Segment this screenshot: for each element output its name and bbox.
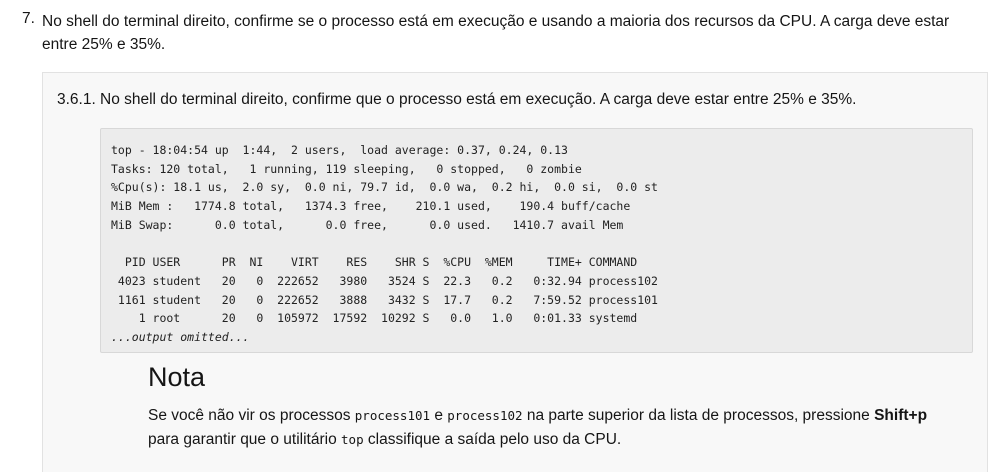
code-line: 1 root 20 0 105972 17592 10292 S 0.0 1.0…	[111, 311, 638, 326]
code-line: MiB Mem : 1774.8 total, 1374.3 free, 210…	[111, 199, 631, 214]
note-text: classifique a saída pelo uso da CPU.	[363, 431, 622, 448]
code-process101: process101	[354, 408, 431, 423]
code-line: 4023 student 20 0 222652 3980 3524 S 22.…	[111, 273, 658, 288]
substep-text: No shell do terminal direito, confirme q…	[100, 91, 857, 108]
note-text: para garantir que o utilitário	[148, 431, 342, 448]
code-line: PID USER PR NI VIRT RES SHR S %CPU %MEM …	[111, 255, 638, 270]
note-text: Se você não vir os processos	[148, 407, 355, 424]
output-omitted: ...output omitted...	[111, 329, 250, 344]
code-line: MiB Swap: 0.0 total, 0.0 free, 0.0 used.…	[111, 217, 624, 232]
code-process102: process102	[447, 408, 523, 423]
note-text: na parte superior da lista de processos,…	[522, 407, 875, 424]
step-text: No shell do terminal direito, confirme s…	[42, 13, 950, 53]
terminal-output: top - 18:04:54 up 1:44, 2 users, load av…	[100, 128, 973, 353]
substep-number: 3.6.1.	[57, 91, 96, 108]
code-line: %Cpu(s): 18.1 us, 2.0 sy, 0.0 ni, 79.7 i…	[111, 180, 658, 195]
note-text: e	[430, 407, 448, 424]
code-line: top - 18:04:54 up 1:44, 2 users, load av…	[111, 143, 568, 157]
keyboard-shortcut: Shift+p	[874, 407, 928, 424]
step-number: 7.	[22, 10, 35, 27]
code-line: 1161 student 20 0 222652 3888 3432 S 17.…	[111, 292, 658, 307]
code-top: top	[341, 432, 364, 447]
note-title: Nota	[148, 362, 206, 392]
note-body: Se você não vir os processos process101 …	[148, 404, 928, 452]
code-line: Tasks: 120 total, 1 running, 119 sleepin…	[111, 161, 582, 176]
